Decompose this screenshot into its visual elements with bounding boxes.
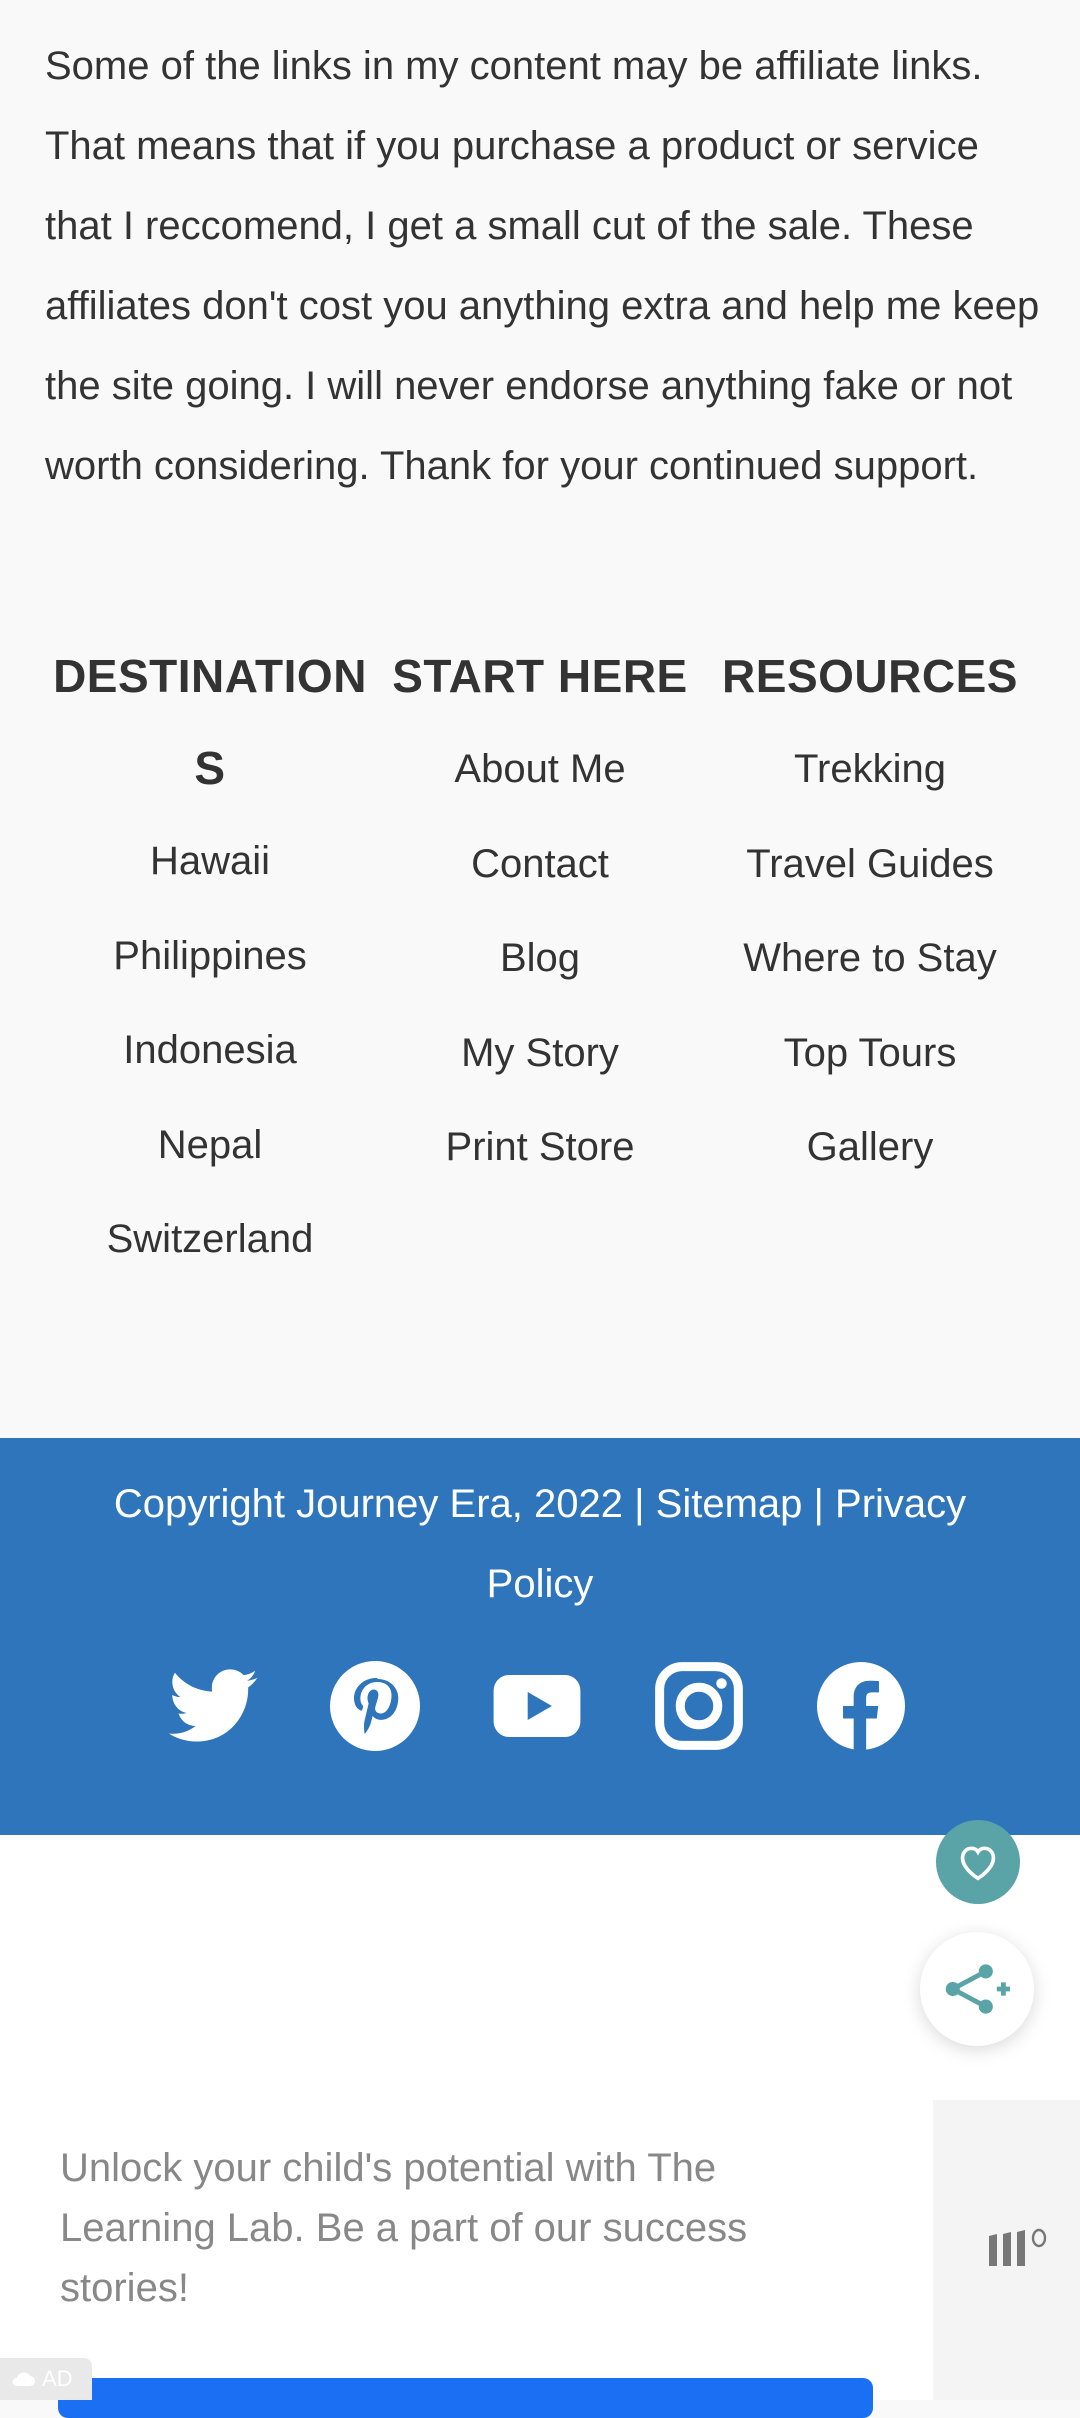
footer-link-philippines[interactable]: Philippines: [45, 909, 375, 1004]
footer-link-where-to-stay[interactable]: Where to Stay: [705, 911, 1035, 1006]
heart-icon: [960, 1846, 996, 1881]
site-footer: Copyright Journey Era, 2022 | Sitemap | …: [0, 1438, 1080, 1835]
copyright-line: Copyright Journey Era, 2022 | Sitemap | …: [60, 1464, 1020, 1624]
footer-link-contact[interactable]: Contact: [375, 817, 705, 912]
start-here-heading: START HERE: [392, 650, 688, 702]
affiliate-disclaimer: Some of the links in my content may be a…: [45, 44, 1040, 488]
facebook-icon[interactable]: [816, 1661, 906, 1751]
footer-link-hawaii[interactable]: Hawaii: [45, 814, 375, 909]
sitemap-link[interactable]: Sitemap: [656, 1482, 803, 1526]
destinations-list: Hawaii Philippines Indonesia Nepal Switz…: [45, 814, 375, 1287]
share-button[interactable]: [920, 1932, 1034, 2046]
cloud-icon: [12, 2372, 35, 2386]
footer-columns: DESTINATIONS Hawaii Philippines Indonesi…: [45, 630, 1035, 1287]
ad-side-panel: [933, 2100, 1080, 2400]
resources-column: RESOURCES Trekking Travel Guides Where t…: [705, 630, 1035, 1287]
footer-link-nepal[interactable]: Nepal: [45, 1098, 375, 1193]
twitter-icon[interactable]: [168, 1661, 258, 1751]
destinations-heading: DESTINATIONS: [53, 650, 367, 794]
share-icon: [945, 1964, 1010, 2014]
resources-heading: RESOURCES: [722, 650, 1018, 702]
ad-cta-button[interactable]: [58, 2378, 873, 2418]
footer-link-gallery[interactable]: Gallery: [705, 1100, 1035, 1195]
ad-badge-label: AD: [42, 2366, 73, 2391]
instagram-icon[interactable]: [654, 1661, 744, 1751]
ad-badge: AD: [0, 2358, 92, 2400]
ad-text: Unlock your child's potential with The L…: [60, 2146, 748, 2310]
start-here-column: START HERE About Me Contact Blog My Stor…: [375, 630, 705, 1287]
footer-link-my-story[interactable]: My Story: [375, 1006, 705, 1101]
copyright-text: Copyright Journey Era, 2022: [113, 1482, 623, 1526]
pinterest-icon[interactable]: [330, 1661, 420, 1751]
ad-banner[interactable]: Unlock your child's potential with The L…: [0, 2100, 1080, 2418]
footer-link-about-me[interactable]: About Me: [375, 722, 705, 817]
destinations-column: DESTINATIONS Hawaii Philippines Indonesi…: [45, 630, 375, 1287]
resources-list: Trekking Travel Guides Where to Stay Top…: [705, 722, 1035, 1195]
social-links: [168, 1661, 906, 1751]
footer-link-trekking[interactable]: Trekking: [705, 722, 1035, 817]
start-here-list: About Me Contact Blog My Story Print Sto…: [375, 722, 705, 1195]
favorite-button[interactable]: [936, 1820, 1020, 1904]
footer-link-indonesia[interactable]: Indonesia: [45, 1003, 375, 1098]
copyright-separator: |: [634, 1482, 645, 1526]
youtube-icon[interactable]: [492, 1661, 582, 1751]
advertiser-logo-icon: [987, 2228, 1049, 2273]
footer-link-top-tours[interactable]: Top Tours: [705, 1006, 1035, 1101]
copyright-separator: |: [813, 1482, 824, 1526]
footer-link-travel-guides[interactable]: Travel Guides: [705, 817, 1035, 912]
footer-link-blog[interactable]: Blog: [375, 911, 705, 1006]
footer-link-print-store[interactable]: Print Store: [375, 1100, 705, 1195]
footer-link-switzerland[interactable]: Switzerland: [45, 1192, 375, 1287]
